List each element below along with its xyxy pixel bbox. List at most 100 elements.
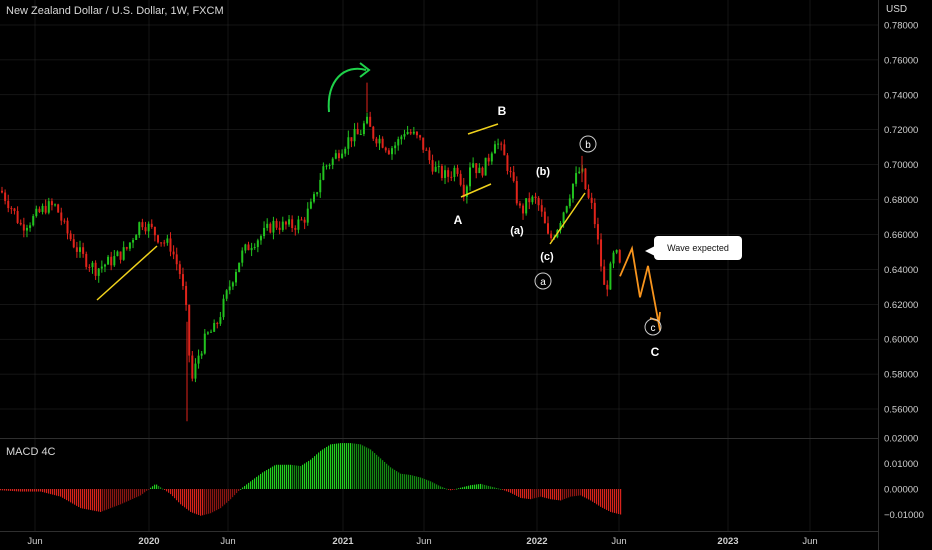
macd-bar	[168, 489, 170, 493]
price-chart[interactable]: A B C (a) (b) (c) a b c 0.780000.760000.…	[0, 0, 932, 550]
macd-bar	[460, 487, 462, 489]
candle-body	[362, 123, 365, 135]
macd-bar	[32, 489, 34, 492]
macd-bar	[42, 489, 44, 493]
candle-body	[100, 266, 103, 269]
macd-bar	[294, 465, 296, 489]
macd-bar	[482, 484, 484, 489]
macd-bar	[230, 489, 232, 500]
candle-body	[500, 143, 503, 145]
time-tick: Jun	[220, 536, 235, 547]
candle-body	[22, 224, 25, 231]
macd-bar	[340, 443, 342, 489]
macd-bar	[40, 489, 42, 492]
candle-body	[63, 220, 66, 222]
macd-bar	[384, 461, 386, 489]
candle-body	[503, 144, 506, 156]
macd-bar	[52, 489, 54, 495]
macd-bar	[420, 477, 422, 489]
macd-bar	[362, 445, 364, 489]
macd-bar	[328, 445, 330, 489]
macd-bar	[104, 489, 106, 511]
candle-body	[153, 226, 156, 236]
wedge-line	[96, 245, 158, 301]
macd-bar	[278, 464, 280, 489]
macd-bar	[570, 489, 572, 497]
candle-body	[291, 219, 294, 229]
candle-body	[238, 262, 241, 272]
candle-body	[157, 235, 159, 243]
candle-body	[456, 167, 459, 174]
macd-bar	[212, 489, 214, 513]
macd-bar	[100, 489, 102, 512]
macd-bar	[108, 489, 110, 509]
macd-bar	[286, 464, 288, 489]
macd-bar	[138, 489, 140, 497]
candle-body	[294, 228, 297, 230]
macd-bar	[416, 476, 418, 489]
macd-bar	[30, 489, 32, 492]
candle-body	[25, 227, 28, 231]
candle-body	[222, 298, 225, 318]
macd-bar	[66, 489, 68, 501]
macd-bar	[284, 464, 286, 489]
candle-body	[197, 355, 200, 364]
candle-body	[275, 220, 278, 228]
candle-body	[191, 355, 194, 379]
macd-bar	[476, 484, 478, 489]
macd-bar	[220, 489, 222, 509]
candle-body	[135, 235, 138, 241]
candle-body	[394, 145, 397, 149]
macd-bar	[486, 485, 488, 489]
subwave-label-a: (a)	[510, 225, 524, 237]
macd-bar	[608, 489, 610, 511]
macd-bar	[182, 489, 184, 506]
candle-body	[584, 168, 587, 190]
macd-bar	[418, 477, 420, 489]
macd-bar	[98, 489, 100, 512]
candle-body	[141, 222, 144, 228]
candle-body	[512, 172, 515, 182]
candle-body	[163, 242, 166, 244]
macd-bar	[386, 463, 388, 489]
macd-bar	[538, 489, 540, 498]
macd-bar	[238, 489, 240, 492]
candle-body	[1, 190, 3, 193]
candle-body	[487, 157, 490, 162]
macd-bar	[114, 489, 116, 507]
macd-bar	[572, 489, 574, 497]
time-axis: Jun 2020 Jun 2021 Jun 2022 Jun 2023 Jun	[27, 536, 817, 547]
macd-bar	[148, 489, 150, 490]
macd-bar	[480, 483, 482, 489]
time-tick: Jun	[611, 536, 626, 547]
candle-body	[259, 236, 262, 241]
candle-body	[132, 240, 135, 243]
candle-body	[347, 137, 350, 149]
macd-bar	[164, 489, 166, 491]
macd-bar	[262, 472, 264, 489]
macd-bar	[150, 487, 152, 489]
macd-bar	[370, 449, 372, 489]
macd-bar	[606, 489, 608, 510]
candle-body	[32, 216, 35, 226]
macd-bar	[568, 489, 570, 498]
macd-bar	[136, 489, 138, 498]
macd-bar	[366, 447, 368, 489]
candle-body	[169, 238, 172, 252]
candle-body	[472, 163, 475, 168]
macd-bar	[430, 481, 432, 489]
macd-bar	[258, 475, 260, 489]
candle-body	[600, 239, 603, 267]
macd-bar	[254, 478, 256, 489]
macd-bar	[380, 458, 382, 489]
candle-body	[147, 223, 150, 232]
macd-bar	[354, 443, 356, 489]
candle-body	[206, 332, 209, 334]
macd-bar	[58, 489, 60, 497]
macd-bar	[620, 489, 622, 515]
macd-bar	[394, 469, 396, 489]
macd-bar	[120, 489, 122, 505]
macd-bar	[4, 489, 6, 491]
macd-bar	[558, 489, 560, 501]
macd-bar	[142, 489, 144, 494]
